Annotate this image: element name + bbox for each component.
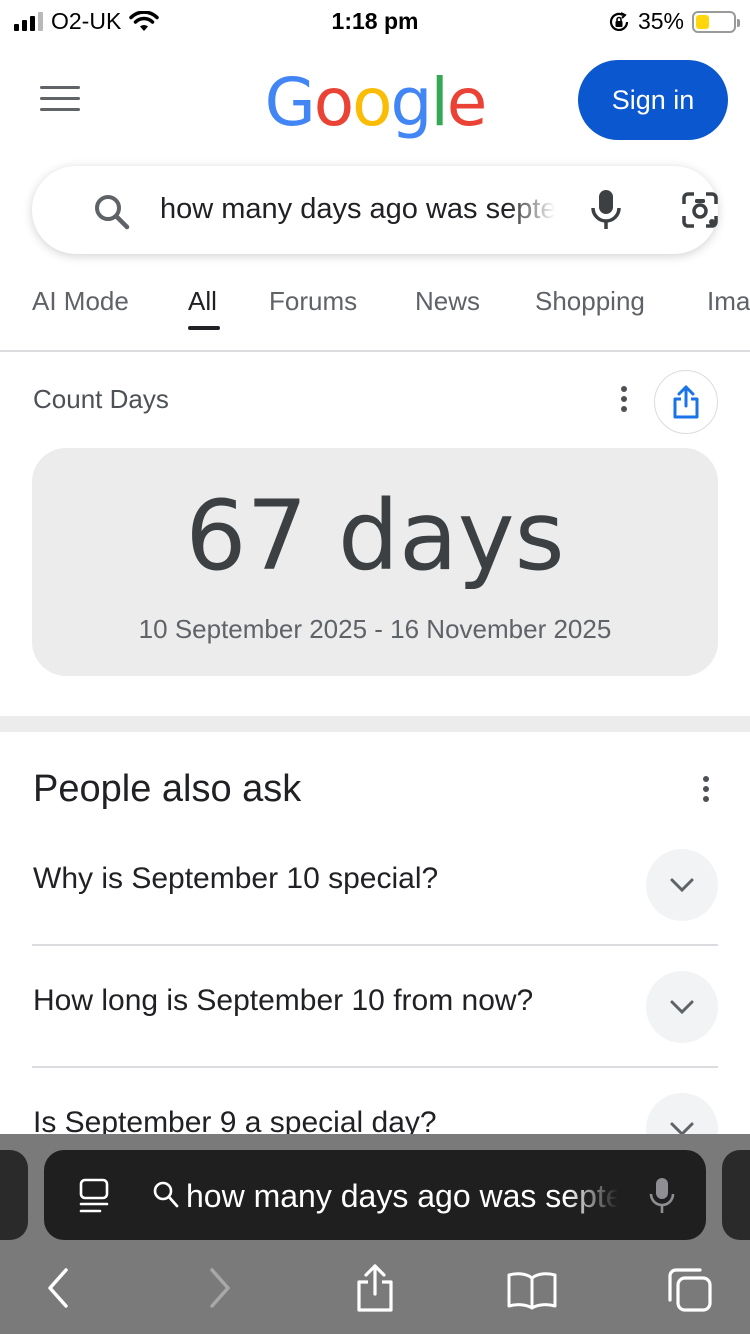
status-right: 35%: [608, 8, 740, 35]
forward-icon[interactable]: [204, 1266, 234, 1310]
sign-in-button[interactable]: Sign in: [578, 60, 728, 140]
search-icon: [153, 1181, 179, 1208]
battery-icon: [692, 10, 740, 33]
logo-letter: e: [446, 64, 488, 141]
orientation-lock-icon: [609, 11, 629, 31]
bookmarks-icon[interactable]: [506, 1270, 558, 1310]
share-icon[interactable]: [354, 1262, 396, 1314]
next-tab[interactable]: [722, 1150, 750, 1240]
tab-ai-mode[interactable]: AI Mode: [32, 286, 129, 317]
paa-question-text: How long is September 10 from now?: [33, 984, 534, 1017]
microphone-icon[interactable]: [648, 1176, 676, 1216]
browser-toolbar: how many days ago was september 10: [0, 1134, 750, 1334]
search-tabs: AI Mode All Forums News Shopping Images: [0, 272, 750, 352]
search-input[interactable]: how many days ago was september 10: [32, 166, 718, 254]
people-also-ask-title: People also ask: [33, 768, 302, 810]
search-query-text[interactable]: how many days ago was september 10: [160, 193, 555, 226]
lens-camera-icon[interactable]: [678, 188, 722, 232]
logo-letter: g: [390, 64, 433, 141]
tab-images[interactable]: Images: [707, 286, 750, 317]
logo-letter: o: [313, 64, 354, 141]
share-button[interactable]: [654, 370, 718, 434]
share-icon: [673, 385, 699, 419]
address-text: how many days ago was september 10: [186, 1178, 618, 1214]
count-days-result: 67 days 10 September 2025 - 16 November …: [32, 448, 718, 676]
paa-question-text: Why is September 10 special?: [33, 862, 439, 895]
logo-letter: G: [264, 64, 316, 141]
active-tab-indicator: [188, 326, 220, 330]
days-count: 67 days: [185, 480, 565, 592]
tab-shopping[interactable]: Shopping: [535, 286, 645, 317]
previous-tab[interactable]: [0, 1150, 28, 1240]
logo-letter: l: [430, 64, 448, 141]
tabs-icon[interactable]: [666, 1266, 714, 1314]
paa-question[interactable]: Why is September 10 special?: [32, 824, 718, 946]
chevron-down-icon[interactable]: [646, 849, 718, 921]
divider: [0, 350, 750, 352]
chevron-down-icon[interactable]: [646, 971, 718, 1043]
more-options-icon[interactable]: [612, 386, 636, 416]
tab-all[interactable]: All: [188, 286, 217, 317]
search-icon: [95, 195, 130, 230]
card-title: Count Days: [33, 384, 169, 414]
battery-percent: 35%: [637, 8, 684, 34]
date-range: 10 September 2025 - 16 November 2025: [138, 614, 612, 644]
more-options-icon[interactable]: [700, 776, 712, 806]
reader-mode-icon[interactable]: [78, 1178, 110, 1214]
paa-question[interactable]: How long is September 10 from now?: [32, 946, 718, 1068]
tab-news[interactable]: News: [415, 286, 480, 317]
address-bar[interactable]: how many days ago was september 10: [44, 1150, 706, 1240]
back-icon[interactable]: [44, 1266, 74, 1310]
voice-search-icon[interactable]: [588, 188, 624, 232]
logo-letter: o: [352, 64, 392, 141]
tab-forums[interactable]: Forums: [269, 286, 357, 317]
status-bar: O2-UK 1:18 pm 35%: [0, 0, 750, 44]
section-separator: [0, 716, 750, 732]
